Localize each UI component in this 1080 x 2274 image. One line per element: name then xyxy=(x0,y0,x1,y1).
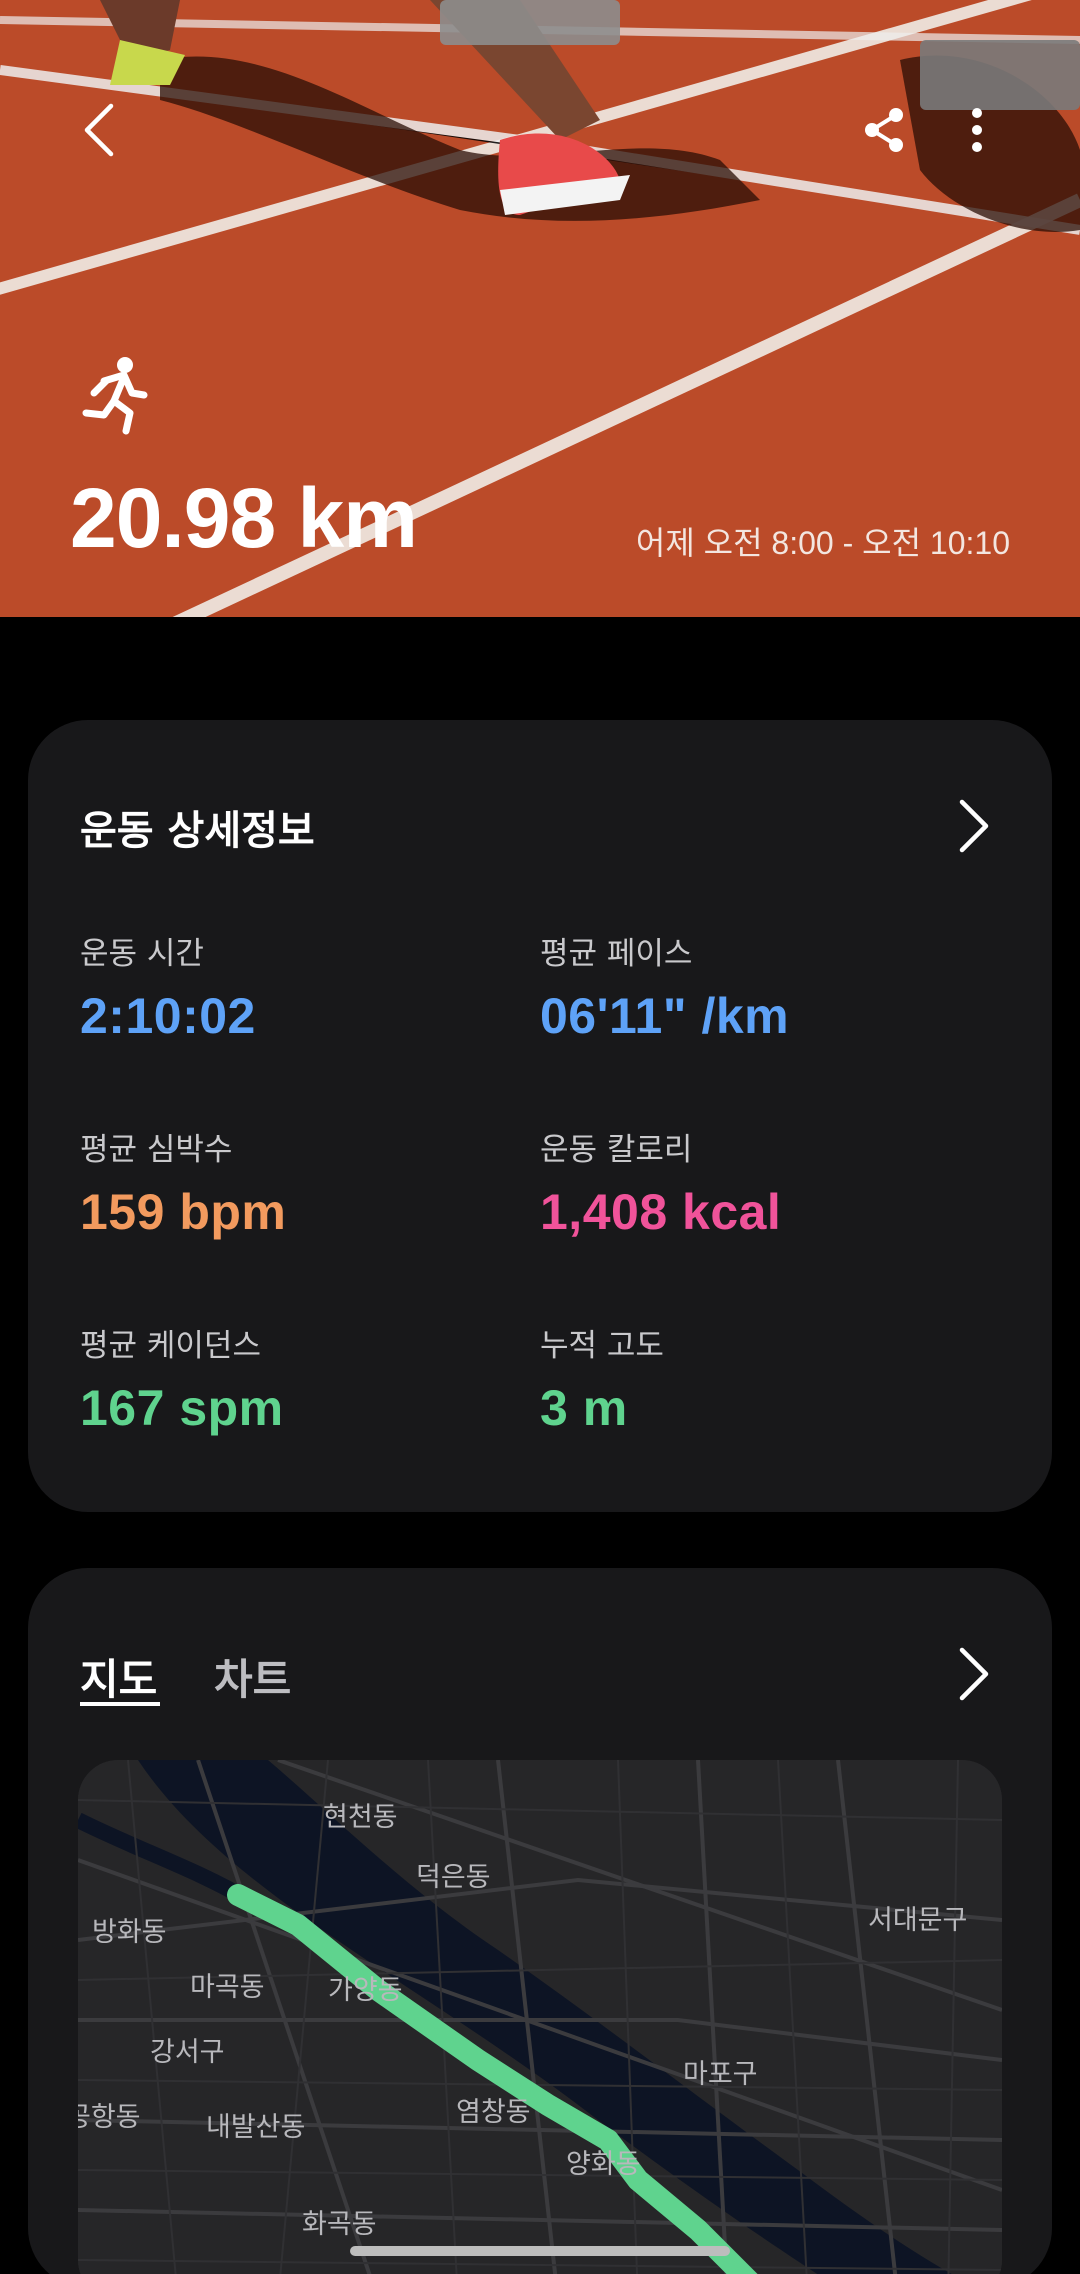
map-place-label: 양화동 xyxy=(566,2149,641,2180)
stat-value: 167 spm xyxy=(80,1380,284,1436)
home-indicator[interactable] xyxy=(350,2246,730,2256)
stat-value: 3 m xyxy=(540,1380,628,1436)
share-icon[interactable] xyxy=(850,95,920,165)
details-title: 운동 상세정보 xyxy=(80,808,315,854)
map-place-label: 서대문구 xyxy=(868,1905,968,1936)
chevron-right-icon[interactable] xyxy=(952,796,996,856)
total-distance: 20.98 km xyxy=(70,471,418,565)
stat-label: 운동 시간 xyxy=(80,936,204,972)
tab-selected-indicator xyxy=(80,1702,160,1706)
route-map[interactable]: 현천동 덕은동 방화동 서대문구 마곡동 가양동 강서구 마포구 염창동 공항동… xyxy=(78,1760,1002,2274)
back-arrow-icon[interactable] xyxy=(64,95,134,165)
stat-avg-cadence: 평균 케이던스 167 spm xyxy=(80,1320,284,1437)
stat-value: 1,408 kcal xyxy=(540,1184,782,1240)
map-place-label: 방화동 xyxy=(92,1917,167,1948)
stat-elevation-gain: 누적 고도 3 m xyxy=(540,1320,664,1437)
workout-details-card[interactable]: 운동 상세정보 운동 시간 2:10:02 평균 페이스 06'11" /km … xyxy=(28,720,1052,1512)
stat-value: 159 bpm xyxy=(80,1184,287,1240)
map-place-label: 염창동 xyxy=(456,2097,531,2128)
stat-label: 평균 케이던스 xyxy=(80,1328,261,1364)
stat-calories: 운동 칼로리 1,408 kcal xyxy=(540,1124,781,1241)
tab-map[interactable]: 지도 xyxy=(80,1646,157,1707)
stat-value: 2:10:02 xyxy=(80,988,256,1044)
map-place-label: 가양동 xyxy=(328,1975,403,2006)
map-place-label: 마포구 xyxy=(683,2059,758,2090)
stat-label: 평균 심박수 xyxy=(80,1132,233,1168)
map-place-label: 공항동 xyxy=(78,2102,141,2133)
map-background xyxy=(78,1760,1002,2274)
stat-avg-heart-rate: 평균 심박수 159 bpm xyxy=(80,1124,286,1241)
stat-label: 누적 고도 xyxy=(540,1328,664,1364)
map-place-label: 덕은동 xyxy=(416,1862,491,1893)
running-icon xyxy=(80,355,150,435)
map-place-label: 마곡동 xyxy=(190,1972,265,2003)
hero-banner: 20.98 km 어제 오전 8:00 - 오전 10:10 xyxy=(0,0,1080,617)
stat-label: 평균 페이스 xyxy=(540,936,693,972)
chevron-right-icon[interactable] xyxy=(952,1644,996,1704)
map-place-label: 강서구 xyxy=(150,2037,225,2068)
stat-duration: 운동 시간 2:10:02 xyxy=(80,928,256,1045)
map-place-label: 화곡동 xyxy=(302,2209,377,2240)
map-place-label: 내발산동 xyxy=(206,2112,306,2143)
stat-value: 06'11" /km xyxy=(540,988,790,1044)
map-place-label: 현천동 xyxy=(323,1802,398,1833)
map-chart-card: 지도 차트 현천동 덕은동 방화동 서대문구 마곡동 가양동 강서구 마포구 염… xyxy=(28,1568,1052,2274)
stat-avg-pace: 평균 페이스 06'11" /km xyxy=(540,928,789,1045)
more-vertical-icon[interactable] xyxy=(942,95,1012,165)
top-action-bar xyxy=(0,95,1080,165)
tab-chart[interactable]: 차트 xyxy=(214,1646,291,1707)
workout-time-range: 어제 오전 8:00 - 오전 10:10 xyxy=(635,525,1010,561)
stat-label: 운동 칼로리 xyxy=(540,1132,693,1168)
